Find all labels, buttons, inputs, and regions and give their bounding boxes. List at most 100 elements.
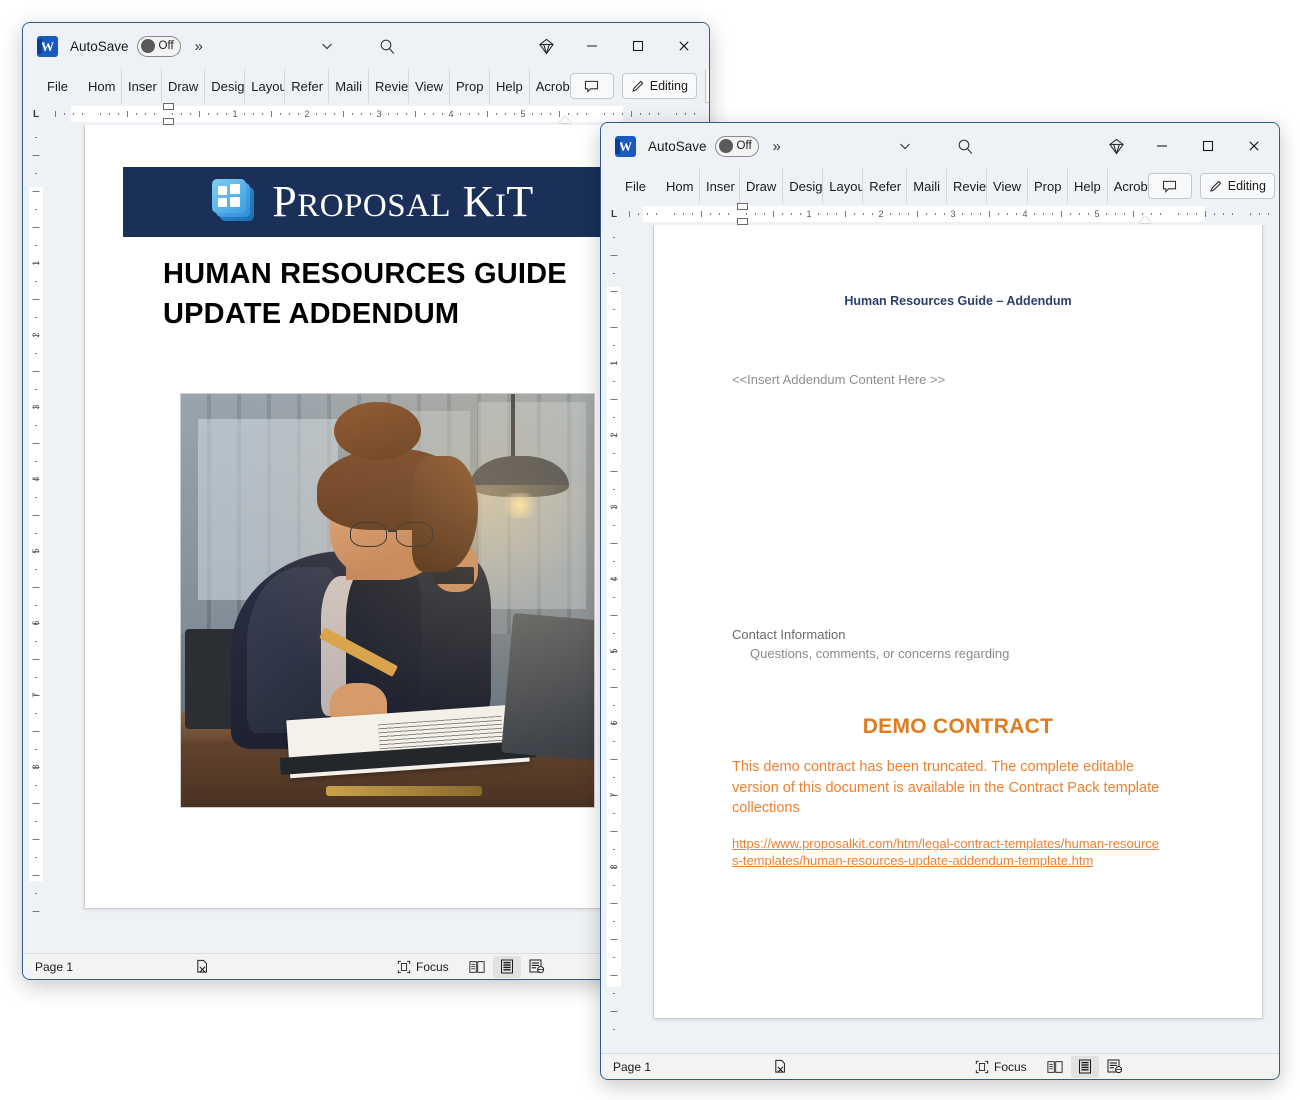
vertical-ruler-back[interactable]: 12345678: [23, 125, 49, 953]
h-ruler-track[interactable]: 12345: [49, 103, 699, 125]
word-window-front[interactable]: W AutoSave Off » File Hom Inser Draw Des…: [600, 122, 1280, 1080]
comments-button[interactable]: [1147, 173, 1192, 199]
read-mode-icon[interactable]: [463, 956, 491, 978]
v-ruler-ticks: 12345678: [601, 225, 627, 1053]
maximize-icon[interactable]: [1185, 123, 1231, 169]
wordmark-roposal: ROPOSAL: [297, 188, 452, 224]
window-controls-front: [1093, 123, 1277, 169]
focus-mode-button[interactable]: Focus: [397, 960, 449, 974]
h-ruler-ticks: 12345: [49, 106, 699, 122]
quick-access-overflow-icon[interactable]: »: [773, 138, 781, 155]
ribbon-overflow-chevron-icon[interactable]: ›: [704, 69, 709, 103]
document-page-front[interactable]: Human Resources Guide – Addendum <<Inser…: [653, 225, 1263, 1019]
minimize-icon[interactable]: [569, 23, 615, 69]
vertical-ruler-front[interactable]: 12345678: [601, 225, 627, 1053]
statusbar-front: Page 1 Focus: [601, 1053, 1279, 1079]
document-image-back[interactable]: [180, 393, 595, 808]
right-indent-marker[interactable]: [1139, 216, 1151, 223]
tab-layout[interactable]: Layou: [245, 69, 286, 103]
tab-stop-selector[interactable]: L: [23, 103, 49, 125]
ribbon-display-chevron-icon[interactable]: [889, 130, 921, 162]
editing-mode-button[interactable]: Editing: [621, 73, 697, 99]
tab-help[interactable]: Help: [490, 69, 530, 103]
ribbon-right-actions: Editing ›: [1147, 169, 1279, 203]
first-line-indent-marker[interactable]: [737, 203, 748, 210]
first-line-indent-marker[interactable]: [163, 103, 174, 110]
window-controls-back: [523, 23, 707, 69]
page-number-label[interactable]: Page 1: [35, 960, 185, 974]
tab-view[interactable]: View: [987, 169, 1028, 203]
print-layout-icon[interactable]: [492, 955, 521, 978]
maximize-icon[interactable]: [615, 23, 661, 69]
minimize-icon[interactable]: [1139, 123, 1185, 169]
tab-file[interactable]: File: [37, 69, 82, 103]
tab-acrobat[interactable]: Acrob: [530, 69, 570, 103]
page-number-label[interactable]: Page 1: [613, 1060, 763, 1074]
tab-design[interactable]: Desig: [783, 169, 824, 203]
tab-draw[interactable]: Draw: [740, 169, 784, 203]
tab-insert[interactable]: Inser: [700, 169, 740, 203]
tab-insert[interactable]: Inser: [122, 69, 162, 103]
proofing-errors-icon[interactable]: [763, 1059, 797, 1074]
ribbon-display-chevron-icon[interactable]: [311, 30, 343, 62]
tab-properties[interactable]: Prop: [450, 69, 490, 103]
word-app-icon[interactable]: W: [615, 135, 636, 157]
focus-mode-button[interactable]: Focus: [975, 1060, 1027, 1074]
autosave-toggle[interactable]: Off: [136, 35, 181, 57]
editing-label: Editing: [649, 79, 688, 93]
close-icon[interactable]: [1231, 123, 1277, 169]
desktop: W AutoSave Off » File Hom Inser Draw Des…: [0, 0, 1300, 1100]
copilot-diamond-icon[interactable]: [1093, 123, 1139, 169]
tab-view[interactable]: View: [409, 69, 450, 103]
read-mode-icon[interactable]: [1041, 1056, 1069, 1078]
horizontal-ruler-front[interactable]: L 12345: [601, 203, 1279, 225]
titlebar-front: W AutoSave Off »: [601, 123, 1279, 169]
print-layout-icon[interactable]: [1070, 1055, 1099, 1078]
tab-review[interactable]: Revie: [947, 169, 988, 203]
wordmark-t: T: [506, 177, 534, 226]
tab-review[interactable]: Revie: [369, 69, 410, 103]
left-indent-marker[interactable]: [163, 118, 174, 125]
web-layout-icon[interactable]: [523, 956, 551, 978]
h-ruler-track[interactable]: 12345: [627, 203, 1269, 225]
contact-information-body: Questions, comments, or concerns regardi…: [750, 646, 1010, 661]
word-app-icon[interactable]: W: [37, 35, 58, 57]
editing-mode-button[interactable]: Editing: [1199, 173, 1275, 199]
demo-contract-link[interactable]: https://www.proposalkit.com/htm/legal-co…: [732, 835, 1164, 869]
comments-button[interactable]: [569, 73, 614, 99]
tab-mailings[interactable]: Maili: [329, 69, 370, 103]
tab-home[interactable]: Hom: [82, 69, 122, 103]
tab-references[interactable]: Refer: [285, 69, 330, 103]
search-icon[interactable]: [949, 130, 981, 162]
tab-mailings[interactable]: Maili: [907, 169, 948, 203]
close-icon[interactable]: [661, 23, 707, 69]
tab-help[interactable]: Help: [1068, 169, 1108, 203]
tab-draw[interactable]: Draw: [162, 69, 206, 103]
document-header-front: Human Resources Guide – Addendum: [844, 294, 1072, 308]
document-page-back[interactable]: PROPOSAL KIT HUMAN RESOURCES GUIDE UPDAT…: [84, 125, 662, 909]
web-layout-icon[interactable]: [1101, 1056, 1129, 1078]
tab-layout[interactable]: Layou: [823, 169, 864, 203]
h-ruler-ticks: 12345: [627, 206, 1269, 222]
search-icon[interactable]: [371, 30, 403, 62]
tab-stop-selector[interactable]: L: [601, 203, 627, 225]
wordmark-i: I: [494, 188, 507, 224]
document-canvas-front[interactable]: Human Resources Guide – Addendum <<Inser…: [627, 225, 1279, 1053]
tab-file[interactable]: File: [615, 169, 660, 203]
tab-design[interactable]: Desig: [205, 69, 246, 103]
view-mode-buttons: [1041, 1055, 1129, 1078]
quick-access-overflow-icon[interactable]: »: [195, 38, 203, 55]
tab-home[interactable]: Hom: [660, 169, 700, 203]
tab-properties[interactable]: Prop: [1028, 169, 1068, 203]
v-ruler-ticks: 12345678: [23, 125, 49, 953]
tab-acrobat[interactable]: Acrob: [1108, 169, 1148, 203]
contact-information-heading: Contact Information: [732, 627, 846, 642]
proofing-errors-icon[interactable]: [185, 959, 219, 974]
copilot-diamond-icon[interactable]: [523, 23, 569, 69]
titlebar-back: W AutoSave Off »: [23, 23, 709, 69]
left-indent-marker[interactable]: [737, 218, 748, 225]
right-indent-marker[interactable]: [559, 116, 571, 123]
document-title-back: HUMAN RESOURCES GUIDE UPDATE ADDENDUM: [163, 254, 633, 334]
autosave-toggle[interactable]: Off: [714, 135, 759, 157]
tab-references[interactable]: Refer: [863, 169, 908, 203]
